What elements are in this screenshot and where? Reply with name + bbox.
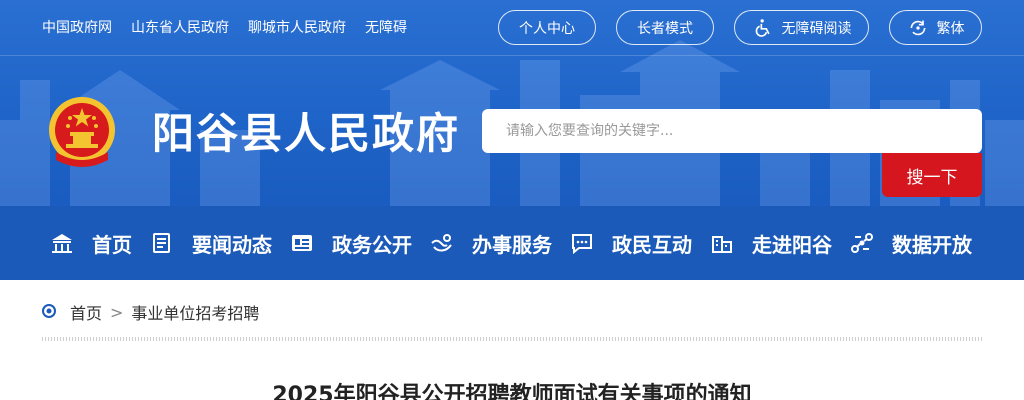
news-icon [150,231,174,255]
elder-mode-label: 长者模式 [637,20,693,37]
link-liaocheng-gov[interactable]: 聊城市人民政府 [248,18,346,38]
nav-item-interaction[interactable]: 政民互动 [570,206,692,280]
nav-label-news: 要闻动态 [192,232,272,257]
nav-item-open-data[interactable]: 数据开放 [850,206,972,280]
personal-center-label: 个人中心 [519,20,575,37]
nav-item-news[interactable]: 要闻动态 [150,206,272,280]
nav-item-home[interactable]: 首页 [50,206,132,280]
breadcrumb-current-link[interactable]: 事业单位招考招聘 [131,300,259,324]
link-china-gov[interactable]: 中国政府网 [42,18,112,38]
nav-label-services: 办事服务 [472,232,552,257]
switch-script-icon [907,17,929,39]
breadcrumb-separator: > [110,302,124,322]
elder-mode-button[interactable]: 长者模式 [616,10,714,45]
id-card-icon [290,231,314,255]
breadcrumb-divider [42,337,982,341]
building-icon [50,231,74,255]
chat-icon [570,231,594,255]
nav-label-gov-affairs: 政务公开 [332,232,412,257]
wheelchair-icon [752,17,774,39]
search-box [482,109,982,153]
main-nav: 首页 要闻动态 政务公开 办事服务 政民互动 走进阳谷 数据开放 [0,206,1024,280]
article-title: 2025年阳谷县公开招聘教师面试有关事项的通知 [272,383,752,400]
location-pin-icon [42,303,56,321]
nav-item-about-yanggu[interactable]: 走进阳谷 [710,206,832,280]
traditional-chinese-label: 繁体 [936,20,965,37]
site-title: 阳谷县人民政府 [152,109,461,158]
top-links: 中国政府网 山东省人民政府 聊城市人民政府 无障碍 [42,18,407,38]
handshake-icon [430,231,454,255]
header-divider [0,55,1024,56]
accessible-reading-button[interactable]: 无障碍阅读 [734,10,869,45]
link-shandong-gov[interactable]: 山东省人民政府 [131,18,229,38]
nav-label-about-yanggu: 走进阳谷 [752,232,832,257]
search-input[interactable] [506,123,946,139]
link-accessibility[interactable]: 无障碍 [365,18,407,38]
traditional-chinese-button[interactable]: 繁体 [889,10,982,45]
nav-label-home: 首页 [92,232,132,257]
search-button[interactable]: 搜一下 [882,153,982,197]
breadcrumb-home-link[interactable]: 首页 [70,300,102,324]
data-network-icon [850,231,874,255]
site-header: 中国政府网 山东省人民政府 聊城市人民政府 无障碍 个人中心 长者模式 无障碍阅… [0,0,1024,206]
nav-item-services[interactable]: 办事服务 [430,206,552,280]
nav-item-gov-affairs[interactable]: 政务公开 [290,206,412,280]
nav-label-interaction: 政民互动 [612,232,692,257]
accessible-reading-label: 无障碍阅读 [781,20,852,37]
personal-center-button[interactable]: 个人中心 [498,10,596,45]
nav-label-open-data: 数据开放 [892,232,972,257]
breadcrumb: 首页 > 事业单位招考招聘 [42,301,259,323]
city-icon [710,231,734,255]
national-emblem-logo [46,94,118,168]
